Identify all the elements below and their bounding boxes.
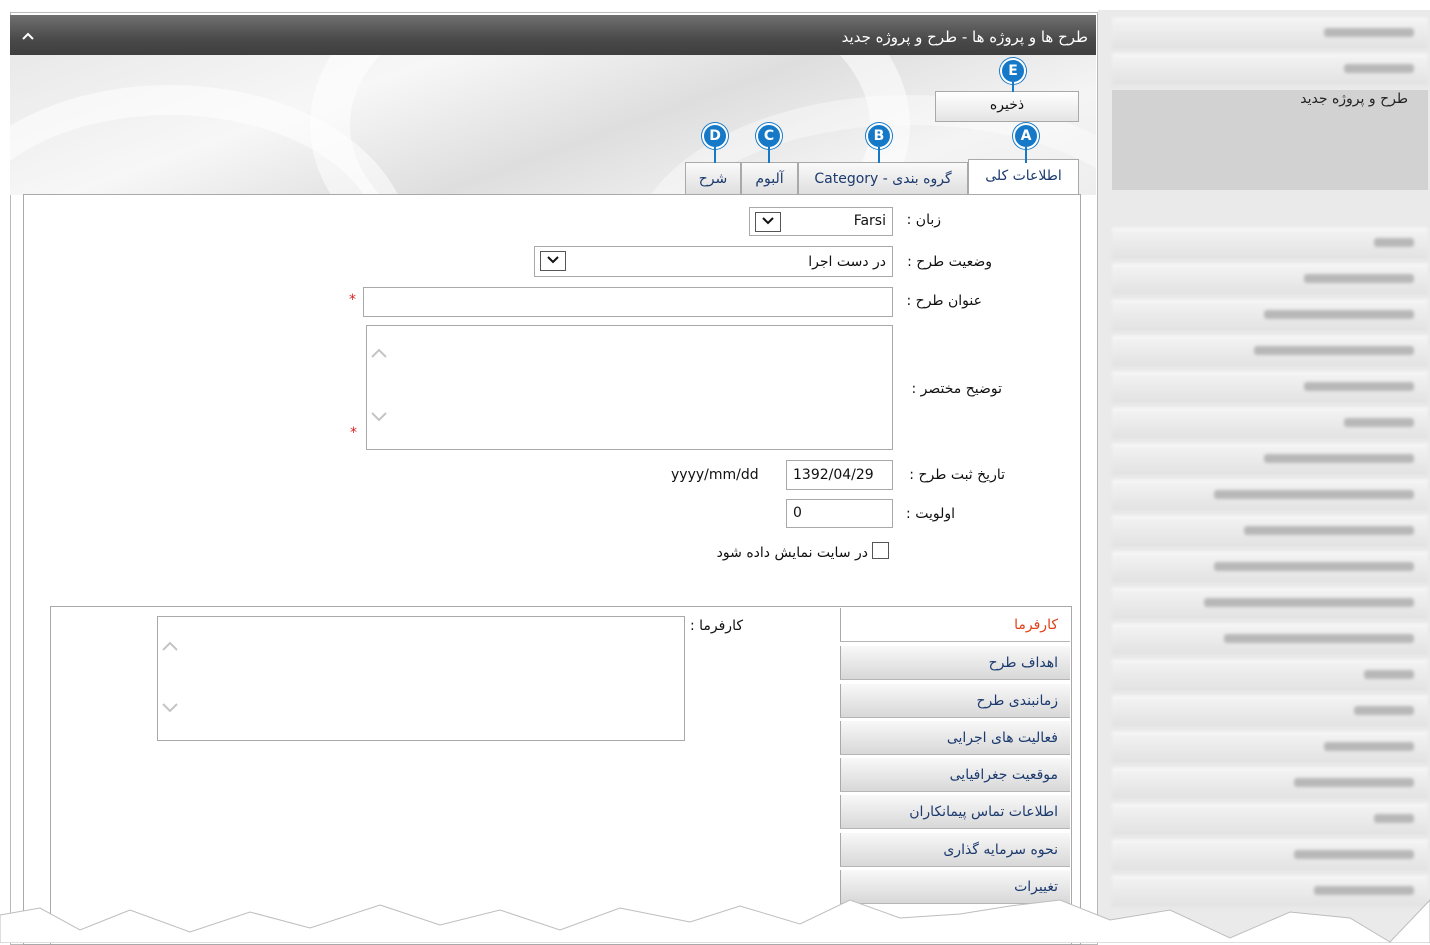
chevron-down-icon[interactable] <box>755 212 781 232</box>
callout-d-line <box>714 147 716 163</box>
sidebar-item[interactable] <box>1112 300 1428 331</box>
sidebar-item[interactable] <box>1112 696 1428 727</box>
callout-d-badge: D <box>702 123 728 149</box>
status-select-value: در دست اجرا <box>808 254 886 270</box>
callout-c-badge: C <box>756 123 782 149</box>
window-title: طرح ها و پروژه ها - طرح و پروژه جدید <box>841 28 1088 46</box>
callout-e-line <box>1012 82 1014 92</box>
show-on-site-checkbox[interactable] <box>872 542 889 559</box>
torn-edge-decoration <box>0 899 1430 943</box>
summary-textarea[interactable] <box>366 325 893 450</box>
scroll-down-icon[interactable] <box>160 701 180 719</box>
chevron-down-icon[interactable] <box>540 251 566 271</box>
sidebar-item[interactable] <box>1112 264 1428 295</box>
sidebar-item[interactable] <box>1112 732 1428 763</box>
priority-input-value: 0 <box>793 505 802 521</box>
language-select-value: Farsi <box>853 213 886 229</box>
sidebar-item[interactable] <box>1112 408 1428 439</box>
sidebar-item[interactable] <box>1112 372 1428 403</box>
scroll-up-icon[interactable] <box>160 639 180 657</box>
detail-tab-schedule[interactable]: زمانبندی طرح <box>840 684 1070 718</box>
date-format-hint: yyyy/mm/dd <box>671 467 759 483</box>
tab-general-info[interactable]: اطلاعات کلی <box>968 159 1079 195</box>
sidebar-item[interactable] <box>1112 768 1428 799</box>
sidebar-item[interactable] <box>1112 804 1428 835</box>
sidebar-item-new-project[interactable]: طرح و پروژه جدید <box>1300 91 1408 107</box>
show-on-site-label: در سایت نمایش داده شود <box>716 545 868 561</box>
priority-label: اولویت : <box>906 506 955 522</box>
detail-tab-location[interactable]: موقعیت جغرافیایی <box>840 758 1070 792</box>
chevron-up-icon[interactable] <box>22 28 34 44</box>
detail-tab-contractors[interactable]: اطلاعات تماس پیمانکاران <box>840 795 1070 829</box>
sidebar-item[interactable] <box>1112 54 1428 85</box>
sidebar-item[interactable] <box>1112 18 1428 49</box>
detail-tab-goals[interactable]: اهداف طرح <box>840 646 1070 680</box>
employer-label: کارفرما : <box>689 618 743 634</box>
callout-e-badge: E <box>1000 58 1026 84</box>
sidebar-item[interactable] <box>1112 660 1428 691</box>
sidebar-item[interactable] <box>1112 516 1428 547</box>
sidebar-item[interactable] <box>1112 336 1428 367</box>
callout-a-badge: A <box>1013 123 1039 149</box>
date-input[interactable]: 1392/04/29 <box>786 460 893 490</box>
status-label: وضعیت طرح : <box>907 254 992 270</box>
project-title-label: عنوان طرح : <box>906 293 982 309</box>
sidebar-item[interactable] <box>1112 624 1428 655</box>
detail-tab-investment[interactable]: نحوه سرمایه گذاری <box>840 833 1070 867</box>
callout-b-line <box>878 147 880 163</box>
callout-c-line <box>768 147 770 163</box>
tab-category[interactable]: گروه بندی - Category <box>798 162 968 195</box>
scroll-down-icon[interactable] <box>369 410 389 428</box>
tab-album[interactable]: آلبوم <box>741 162 798 195</box>
sidebar-item[interactable] <box>1112 444 1428 475</box>
status-select[interactable]: در دست اجرا <box>534 246 893 277</box>
callout-a-line <box>1025 147 1027 163</box>
detail-tab-activities[interactable]: فعالیت های اجرایی <box>840 721 1070 755</box>
sidebar-item[interactable] <box>1112 228 1428 259</box>
sidebar <box>1098 10 1430 943</box>
sidebar-item[interactable] <box>1112 840 1428 871</box>
language-label: زبان : <box>906 212 941 228</box>
employer-textarea[interactable] <box>157 616 685 741</box>
required-mark: * <box>350 425 357 441</box>
tab-description[interactable]: شرح <box>685 162 741 195</box>
project-title-input[interactable] <box>363 287 893 317</box>
detail-tab-employer[interactable]: کارفرما <box>840 608 1070 642</box>
language-select[interactable]: Farsi <box>749 207 893 236</box>
priority-input[interactable]: 0 <box>786 499 893 528</box>
sidebar-item[interactable] <box>1112 588 1428 619</box>
date-label: تاریخ ثبت طرح : <box>909 467 1005 483</box>
callout-b-badge: B <box>866 123 892 149</box>
save-button[interactable]: ذخیره <box>935 91 1079 122</box>
summary-label: توضیح مختصر : <box>911 381 1002 397</box>
date-input-value: 1392/04/29 <box>793 467 874 483</box>
required-mark: * <box>349 292 356 308</box>
sidebar-item[interactable] <box>1112 480 1428 511</box>
sidebar-item[interactable] <box>1112 552 1428 583</box>
scroll-up-icon[interactable] <box>369 346 389 364</box>
